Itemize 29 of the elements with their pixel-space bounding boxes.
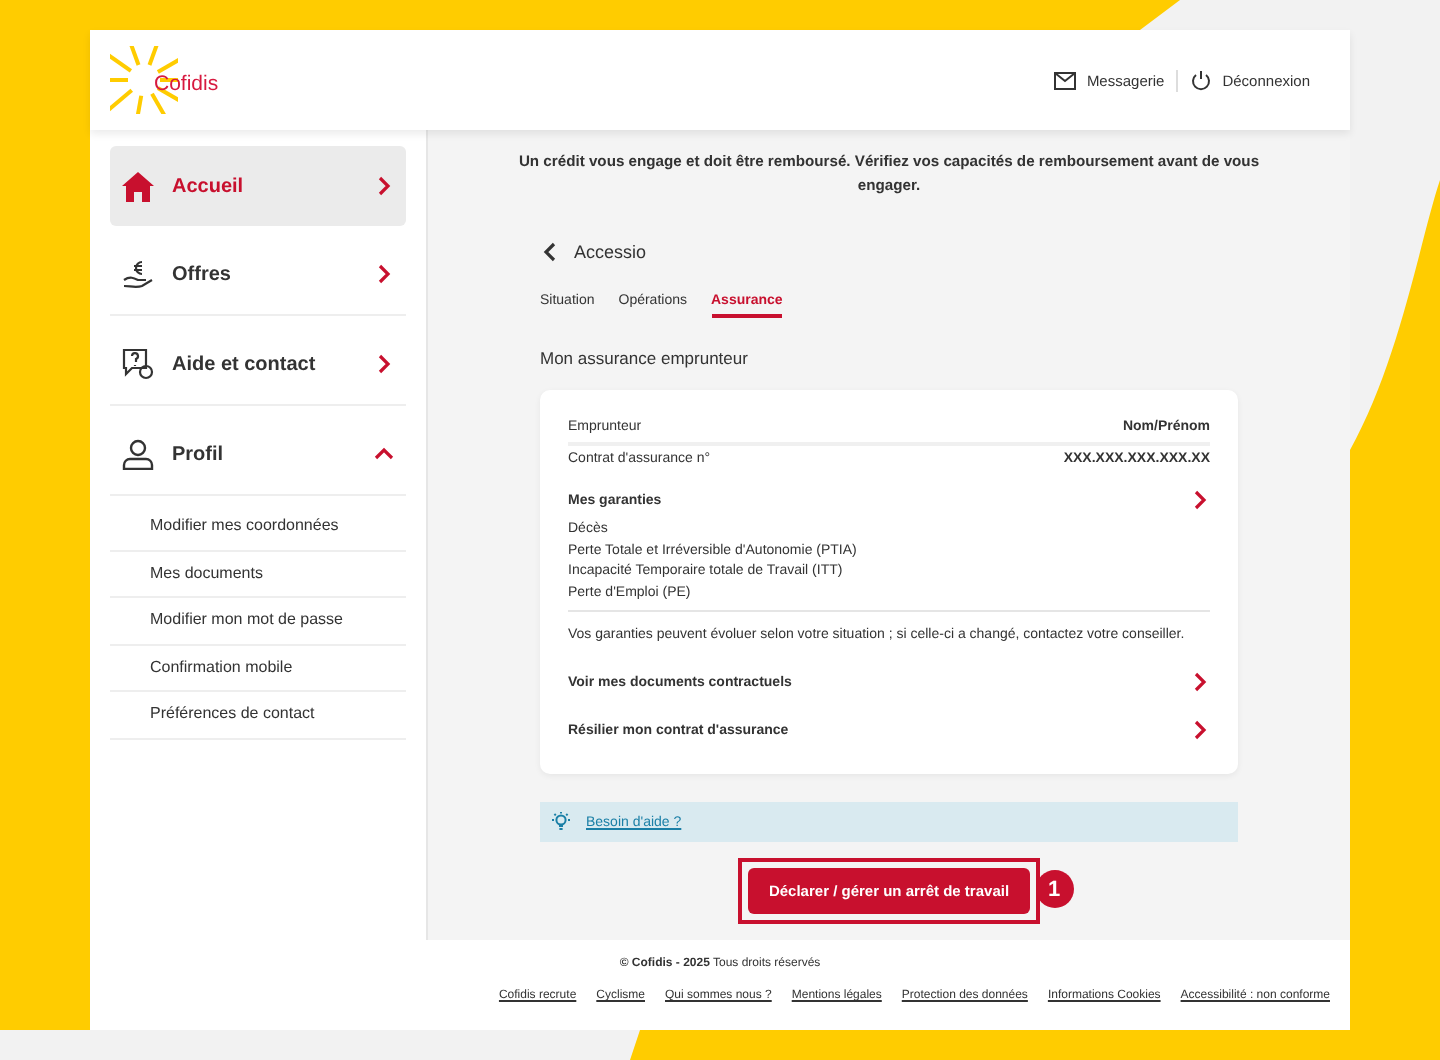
sidebar-item[interactable]: Accueil bbox=[110, 146, 406, 226]
chevron-icon bbox=[1190, 490, 1210, 510]
sidebar-item[interactable]: Profil bbox=[110, 414, 406, 496]
section-title: Mon assurance emprunteur bbox=[540, 348, 750, 368]
logo-text: Cofidis bbox=[154, 72, 219, 96]
envelope-icon bbox=[1054, 71, 1077, 89]
chevron-icon bbox=[374, 444, 394, 464]
submenu-item[interactable]: Préférences de contact bbox=[110, 692, 406, 739]
power-icon bbox=[1190, 69, 1213, 91]
back-icon[interactable] bbox=[540, 242, 560, 262]
chevron-icon bbox=[374, 264, 394, 284]
chevron-icon bbox=[1190, 672, 1210, 692]
contract-name: Accessio bbox=[574, 242, 647, 262]
hand-coin-icon bbox=[122, 258, 154, 290]
sidebar-item[interactable]: Offres bbox=[110, 234, 406, 316]
home-icon bbox=[122, 171, 154, 201]
logo[interactable]: Cofidis bbox=[110, 46, 219, 114]
lightbulb-icon bbox=[552, 812, 570, 832]
help-bubble-icon bbox=[122, 348, 154, 380]
chevron-icon bbox=[374, 176, 394, 196]
submenu-item[interactable]: Modifier mon mot de passe bbox=[110, 598, 406, 645]
submenu-item[interactable]: Mes documents bbox=[110, 551, 406, 598]
sidebar-item[interactable]: Aide et contact bbox=[110, 324, 406, 406]
callout-number: 1 bbox=[1035, 870, 1073, 908]
chevron-icon bbox=[374, 354, 394, 374]
submenu-item[interactable]: Modifier mes coordonnées bbox=[110, 504, 406, 551]
chevron-icon bbox=[1190, 720, 1210, 740]
submenu-item[interactable]: Confirmation mobile bbox=[110, 645, 406, 692]
user-icon bbox=[122, 438, 154, 470]
